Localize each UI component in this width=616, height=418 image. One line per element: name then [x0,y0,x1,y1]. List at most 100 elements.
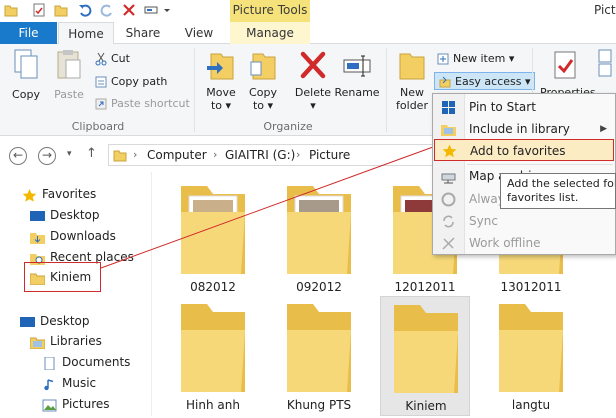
rename-icon[interactable] [144,3,158,17]
nav-favorites[interactable]: Favorites [22,184,96,204]
navigation-pane: Favorites Desktop Downloads Recent place… [0,172,152,416]
map-drive-icon [441,173,456,184]
nav-pictures[interactable]: Pictures [42,394,110,414]
move-to-icon [207,53,234,80]
nav-desktop-root[interactable]: Desktop [20,311,90,331]
nav-favorites-label: Favorites [42,187,97,201]
nav-desktop-root-label: Desktop [40,314,90,328]
delete-button[interactable]: Delete ▾ [292,48,334,112]
copy-label: Copy [12,88,40,101]
breadcrumb-picture[interactable]: Picture [309,148,350,162]
folder-icon [287,304,351,392]
downloads-icon [30,230,45,244]
delete-icon[interactable] [122,3,136,17]
folder-item[interactable]: Khung PTS [274,296,364,416]
breadcrumb-drive[interactable]: GIAITRI (G:) [225,148,295,162]
folder-item[interactable]: 082012 [168,178,258,298]
scissors-icon [94,52,108,66]
submenu-arrow-icon: ▶ [600,124,607,134]
properties-button[interactable]: Properties [540,48,596,99]
new-folder-label: New folder [396,86,428,112]
paste-label: Paste [54,88,84,101]
offline-icon [441,192,456,207]
paste-icon [57,50,81,79]
library-icon [441,125,456,136]
easy-access-button[interactable]: Easy access ▾ [434,72,535,90]
folder-item[interactable]: langtu [486,296,576,416]
music-icon [42,377,57,391]
copy-path-button[interactable]: Copy path [94,73,167,91]
paste-button[interactable]: Paste [50,48,88,101]
window-title: Pictu [594,3,616,17]
annotation-highlight-box [24,262,101,292]
menu-item-add-to-favorites[interactable]: Add to favorites [434,139,614,161]
nav-downloads[interactable]: Downloads [30,226,116,246]
folder-item[interactable]: 092012 [274,178,364,298]
up-button[interactable]: ↑ [86,146,97,161]
undo-icon[interactable] [78,3,92,17]
back-button[interactable]: ← [9,147,27,165]
forward-button[interactable]: → [38,147,56,165]
folder-label: 092012 [296,280,342,294]
breadcrumb-separator[interactable]: › [296,148,300,161]
breadcrumb-computer[interactable]: Computer [147,148,207,162]
nav-documents[interactable]: Documents [42,352,130,372]
folder-icon [181,186,245,274]
tab-share[interactable]: Share [118,22,168,44]
copy-button[interactable]: Copy [6,48,46,101]
breadcrumb-separator[interactable]: › [213,148,217,161]
contextual-tab-header: Picture Tools [230,0,310,22]
tab-view[interactable]: View [172,22,226,44]
tab-file[interactable]: File [0,22,57,44]
folder-item-selected[interactable]: Kiniem [380,296,470,416]
nav-desktop-label: Desktop [50,208,100,222]
nav-music[interactable]: Music [42,373,96,393]
paste-shortcut-label: Paste shortcut [111,97,190,110]
move-to-button[interactable]: Move to ▾ [202,48,240,112]
menu-label: Sync [469,214,498,228]
cut-label: Cut [111,52,130,65]
cut-button[interactable]: Cut [94,50,130,68]
desktop-icon [20,315,35,328]
copy-to-button[interactable]: Copy to ▾ [244,48,282,112]
new-item-button[interactable]: New item ▾ [436,50,514,68]
new-folder-button[interactable]: New folder [392,48,432,112]
tooltip: Add the selected folder to the favorites… [500,173,616,209]
menu-item-work-offline[interactable]: Work offline [433,232,615,254]
tab-manage[interactable]: Manage [230,22,310,44]
redo-icon[interactable] [100,3,114,17]
new-folder-icon[interactable] [54,3,68,17]
clipboard-group-label: Clipboard [71,120,125,133]
rename-button[interactable]: Rename [334,48,380,99]
nav-music-label: Music [62,376,97,390]
delete-label: Delete ▾ [294,86,332,112]
nav-desktop[interactable]: Desktop [30,205,100,225]
new-folder-icon [399,53,425,80]
rename-icon [343,55,371,77]
folder-label: Hinh anh [186,398,240,412]
title-bar: Picture Tools Pictu [0,0,616,22]
menu-label: Pin to Start [469,100,536,114]
breadcrumb-separator[interactable]: › [133,148,137,161]
folder-icon [181,304,245,392]
folder-label: Kiniem [405,399,447,413]
address-bar[interactable]: › Computer › GIAITRI (G:) › Picture [108,144,438,166]
recent-locations-button[interactable]: ▾ [67,149,72,159]
nav-libraries[interactable]: Libraries [29,331,102,351]
folder-item[interactable]: Hinh anh [168,296,258,416]
folder-icon [287,186,351,274]
menu-item-sync[interactable]: Sync [433,210,615,232]
chevron-down-icon[interactable] [162,3,172,17]
nav-libraries-label: Libraries [50,334,102,348]
paste-shortcut-button[interactable]: Paste shortcut [94,95,190,113]
folder-label: 12012011 [394,280,456,294]
menu-item-include-in-library[interactable]: Include in library ▶ [433,118,615,140]
menu-item-pin-to-start[interactable]: Pin to Start [433,96,615,118]
open-icon[interactable] [598,48,614,78]
tooltip-line-1: Add the selected folder to the [507,177,616,190]
group-separator [194,48,195,132]
copy-icon [14,49,38,79]
folder-label: Khung PTS [286,398,352,412]
tab-home[interactable]: Home [58,22,114,45]
properties-icon[interactable] [32,3,46,17]
